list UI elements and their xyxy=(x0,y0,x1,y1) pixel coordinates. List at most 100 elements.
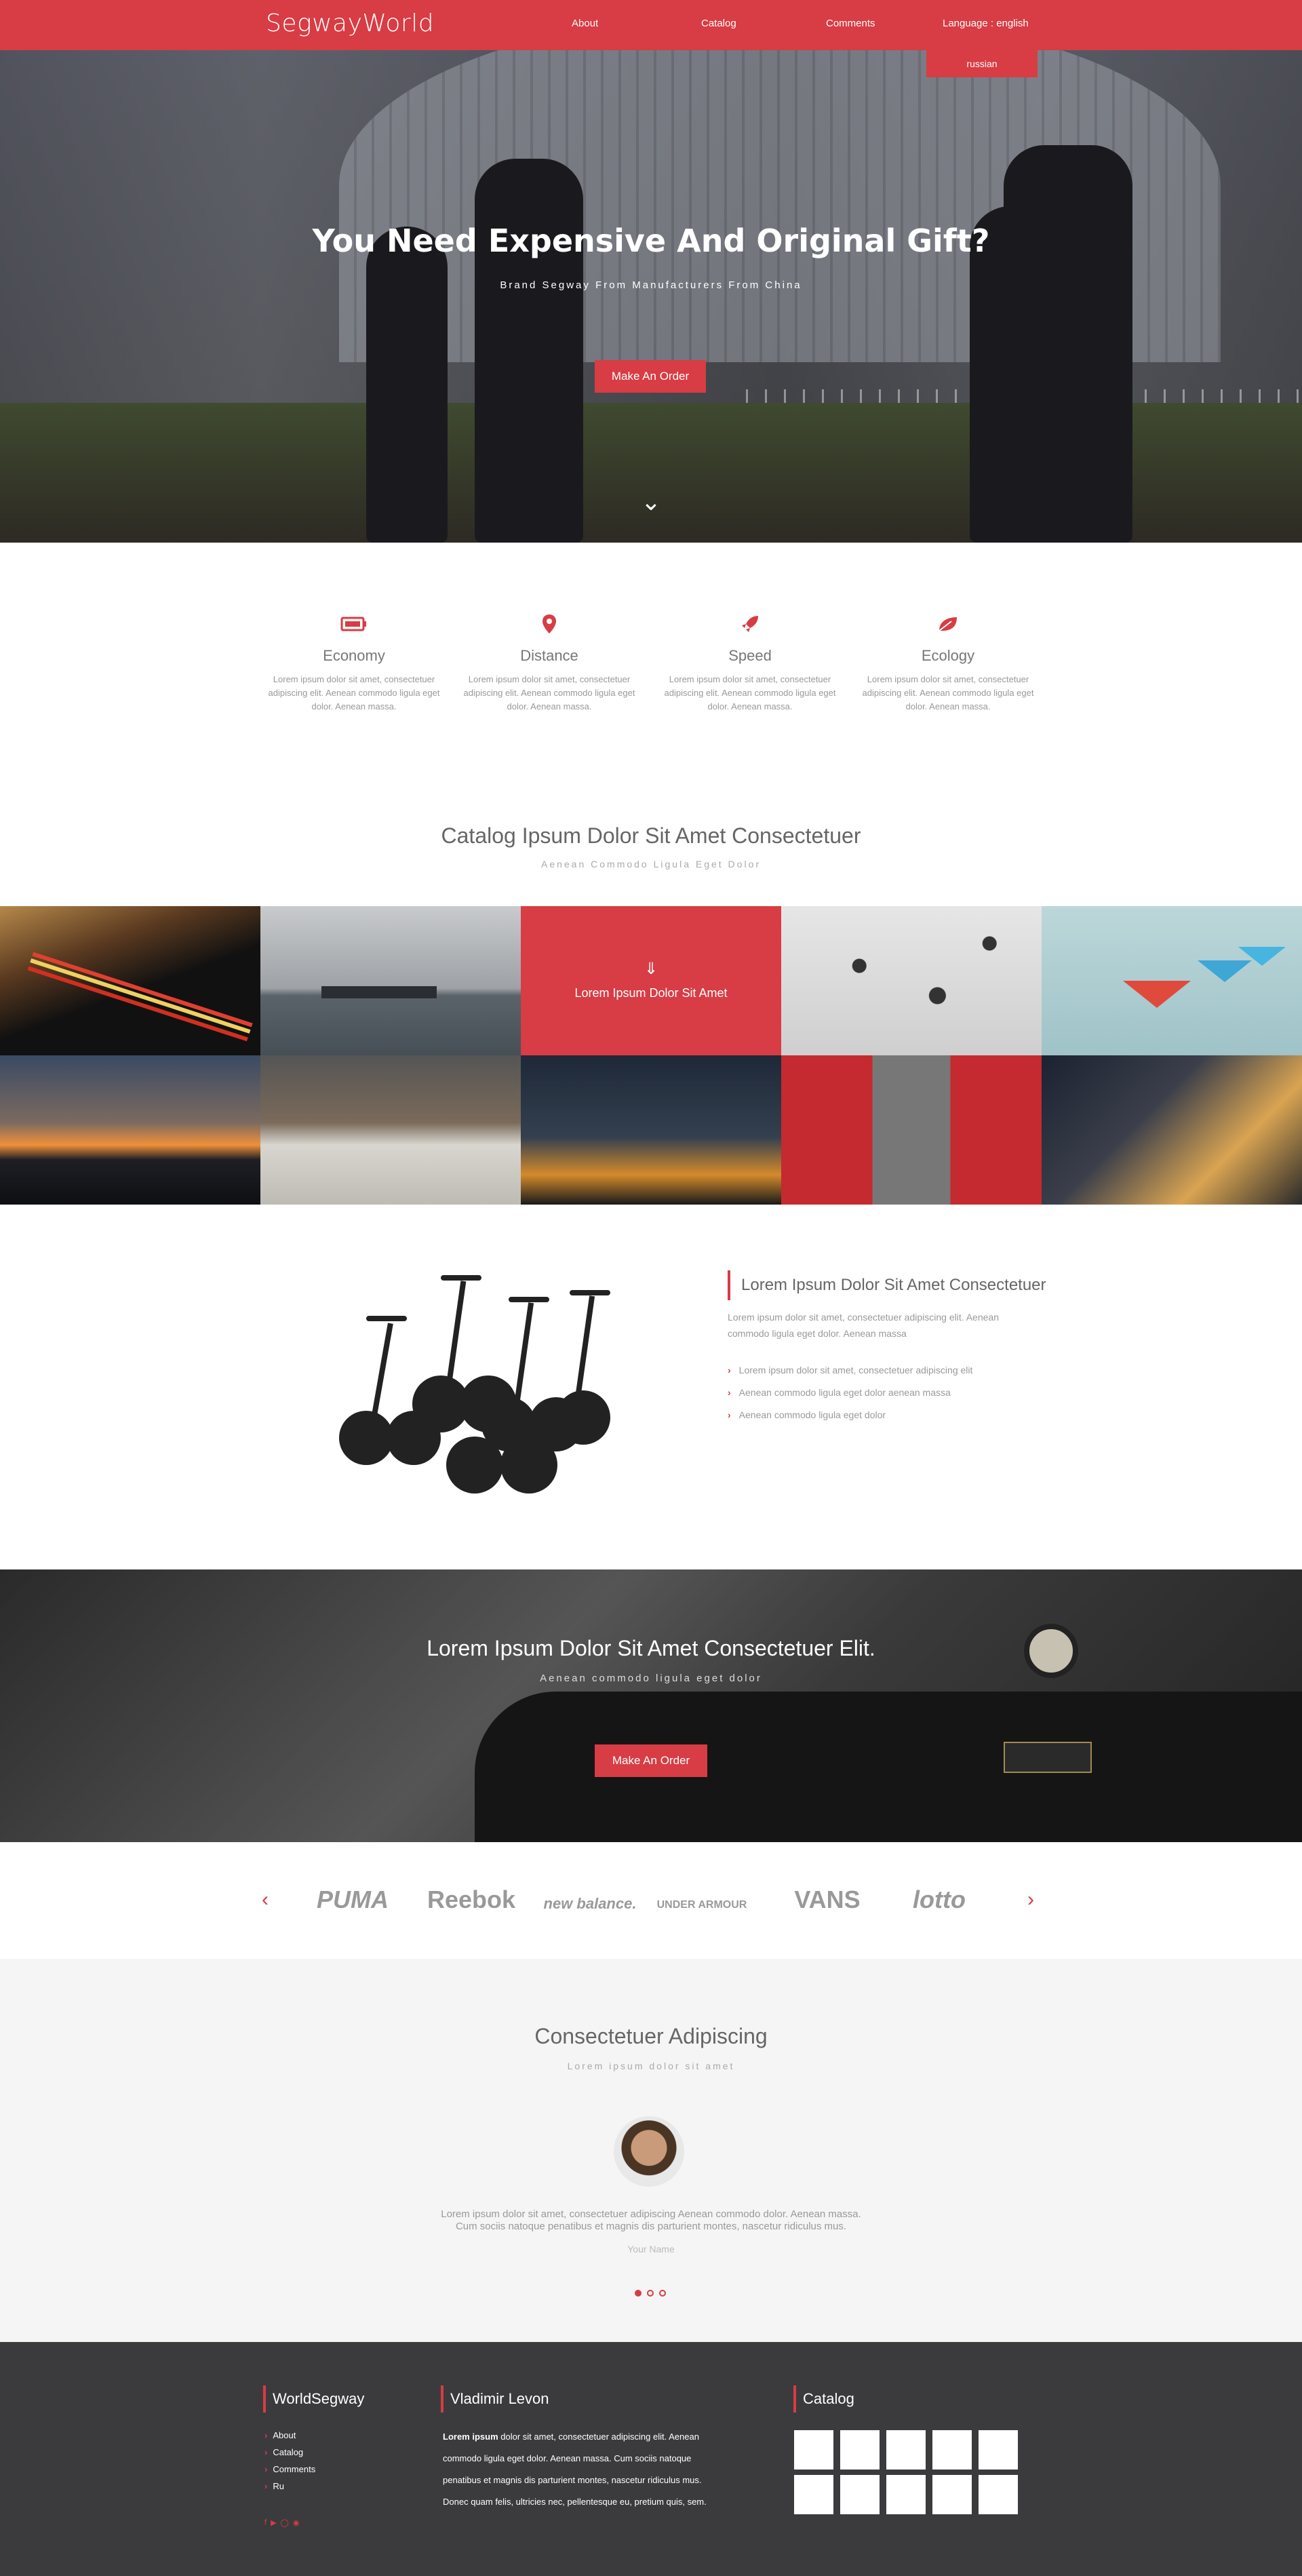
catalog-tile[interactable] xyxy=(1042,906,1302,1055)
feature-title: Distance xyxy=(520,647,578,664)
top-nav-bar: SegwayWorld About Catalog Comments Langu… xyxy=(0,0,1302,50)
footer-catalog-thumb[interactable] xyxy=(932,2430,972,2470)
feature-economy: Economy Lorem ipsum dolor sit amet, cons… xyxy=(259,610,449,714)
battery-icon xyxy=(259,610,449,638)
footer-catalog-thumb[interactable] xyxy=(794,2430,833,2470)
facebook-icon[interactable]: f xyxy=(264,2518,267,2527)
chevron-down-icon[interactable]: ⌄ xyxy=(639,490,663,514)
footer-catalog-thumb[interactable] xyxy=(979,2430,1018,2470)
testimonials-subtitle: Lorem ipsum dolor sit amet xyxy=(567,2061,735,2071)
catalog-tile[interactable] xyxy=(521,1055,781,1205)
rocket-icon xyxy=(655,610,845,638)
segway-product-image xyxy=(326,1268,644,1499)
footer-col1-title: WorldSegway xyxy=(263,2385,364,2413)
product-feature-text: Aenean commodo ligula eget dolor xyxy=(738,1409,886,1420)
chevron-right-icon: › xyxy=(264,2430,268,2440)
nav-language[interactable]: Language : english xyxy=(943,18,1029,29)
testimonial-quote: Lorem ipsum dolor sit amet, consectetuer… xyxy=(0,2208,1302,2233)
footer-link-text: Ru xyxy=(273,2481,284,2491)
avatar xyxy=(614,2116,684,2187)
testimonial-quote-line: Lorem ipsum dolor sit amet, consectetuer… xyxy=(441,2208,861,2220)
feature-text: Lorem ipsum dolor sit amet, consectetuer… xyxy=(268,674,440,711)
product-feature-item: › Aenean commodo ligula eget dolor aenean… xyxy=(728,1387,951,1398)
catalog-title: Catalog Ipsum Dolor Sit Amet Consectetue… xyxy=(441,823,861,848)
promo-banner: Lorem Ipsum Dolor Sit Amet Consectetuer … xyxy=(0,1569,1302,1842)
slider-dot[interactable] xyxy=(659,2290,666,2297)
testimonials-title: Consectetuer Adipiscing xyxy=(534,2024,768,2048)
promo-title: Lorem Ipsum Dolor Sit Amet Consectetuer … xyxy=(427,1636,875,1660)
feature-title: Economy xyxy=(323,647,385,664)
feature-title: Speed xyxy=(728,647,772,664)
hero-subtitle: Brand Segway From Manufacturers From Chi… xyxy=(500,279,802,291)
slider-dot[interactable] xyxy=(647,2290,654,2297)
map-pin-icon xyxy=(454,610,644,638)
footer-col3-title: Catalog xyxy=(793,2385,854,2413)
testimonial-name: Your Name xyxy=(627,2244,675,2255)
nav-about[interactable]: About xyxy=(572,18,598,29)
hero-title: You Need Expensive And Original Gift? xyxy=(312,222,990,259)
footer-catalog-thumb[interactable] xyxy=(886,2475,926,2514)
catalog-tile[interactable] xyxy=(781,1055,1042,1205)
hero-figure xyxy=(366,227,448,543)
chevron-right-icon: › xyxy=(728,1365,731,1375)
footer-catalog-thumb[interactable] xyxy=(886,2430,926,2470)
social-icons: f ▶ ◯ ◉ xyxy=(264,2518,299,2527)
footer-link-catalog[interactable]: › Catalog xyxy=(264,2447,303,2457)
footer-about-line: commodo ligula eget dolor. Aenean massa.… xyxy=(443,2453,692,2463)
footer-link-text: Comments xyxy=(273,2464,316,2474)
testimonial-quote-line: Cum sociis natoque penatibus et magnis d… xyxy=(455,2221,847,2232)
footer-catalog-thumb[interactable] xyxy=(840,2475,880,2514)
footer-link-about[interactable]: › About xyxy=(264,2430,296,2440)
feature-text: Lorem ipsum dolor sit amet, consectetuer… xyxy=(664,674,836,711)
nav-catalog[interactable]: Catalog xyxy=(701,18,736,29)
testimonials-section: Consectetuer Adipiscing Lorem ipsum dolo… xyxy=(0,1959,1302,2342)
footer-about-line: Donec quam felis, ultricies nec, pellent… xyxy=(443,2497,707,2507)
footer-catalog-thumb[interactable] xyxy=(794,2475,833,2514)
chevron-right-icon: › xyxy=(728,1409,731,1420)
footer-about-line: dolor sit amet, consectetuer adipiscing … xyxy=(500,2432,699,2442)
chevron-right-icon: › xyxy=(264,2447,268,2457)
hero-figure xyxy=(475,159,583,543)
feature-text: Lorem ipsum dolor sit amet, consectetuer… xyxy=(862,674,1034,711)
product-feature-text: Lorem ipsum dolor sit amet, consectetuer… xyxy=(738,1365,973,1375)
feature-speed: Speed Lorem ipsum dolor sit amet, consec… xyxy=(655,610,845,714)
youtube-icon[interactable]: ▶ xyxy=(271,2518,276,2527)
train-number-plate xyxy=(1004,1742,1092,1773)
brand-logo-under-armour: UNDER ARMOUR xyxy=(656,1899,747,1911)
catalog-tile[interactable] xyxy=(0,1055,260,1205)
nav-comments[interactable]: Comments xyxy=(826,18,875,29)
footer-link-comments[interactable]: › Comments xyxy=(264,2464,315,2474)
footer-link-text: Catalog xyxy=(273,2447,304,2457)
site-logo[interactable]: SegwayWorld xyxy=(266,9,434,37)
catalog-tile[interactable] xyxy=(1042,1055,1302,1205)
promo-subtitle: Aenean commodo ligula eget dolor xyxy=(540,1673,762,1684)
feature-ecology: Ecology Lorem ipsum dolor sit amet, cons… xyxy=(853,610,1043,714)
feature-distance: Distance Lorem ipsum dolor sit amet, con… xyxy=(454,610,644,714)
footer-catalog-thumb[interactable] xyxy=(979,2475,1018,2514)
catalog-tile[interactable] xyxy=(260,906,521,1055)
brand-logo-lotto: lotto xyxy=(913,1886,966,1913)
instagram-icon[interactable]: ◯ xyxy=(281,2518,289,2527)
footer-col2-title: Vladimir Levon xyxy=(441,2385,549,2413)
language-option-russian[interactable]: russian xyxy=(926,50,1038,77)
footer-catalog-thumb[interactable] xyxy=(932,2475,972,2514)
product-description: Lorem ipsum dolor sit amet, consectetuer… xyxy=(728,1312,999,1339)
catalog-tile-active[interactable]: ⇓ Lorem Ipsum Dolor Sit Amet xyxy=(521,906,781,1055)
brand-logo-vans: VANS xyxy=(794,1886,861,1913)
catalog-tile[interactable] xyxy=(0,906,260,1055)
brands-next-arrow-icon[interactable]: › xyxy=(1027,1888,1034,1911)
pinterest-icon[interactable]: ◉ xyxy=(293,2518,300,2527)
catalog-tile[interactable] xyxy=(260,1055,521,1205)
catalog-tile-label: Lorem Ipsum Dolor Sit Amet xyxy=(574,986,728,1000)
footer-catalog-thumb[interactable] xyxy=(840,2430,880,2470)
brand-logo-new-balance: new balance. xyxy=(543,1895,637,1912)
slider-dot-active[interactable] xyxy=(635,2290,642,2297)
footer-link-ru[interactable]: › Ru xyxy=(264,2481,284,2491)
promo-order-button[interactable]: Make An Order xyxy=(595,1744,707,1777)
chevron-right-icon: › xyxy=(264,2481,268,2491)
make-order-button[interactable]: Make An Order xyxy=(595,360,706,393)
brand-logo-puma: PUMA xyxy=(317,1886,389,1913)
catalog-tile[interactable] xyxy=(781,906,1042,1055)
brands-prev-arrow-icon[interactable]: ‹ xyxy=(262,1888,269,1911)
feature-text: Lorem ipsum dolor sit amet, consectetuer… xyxy=(463,674,635,711)
